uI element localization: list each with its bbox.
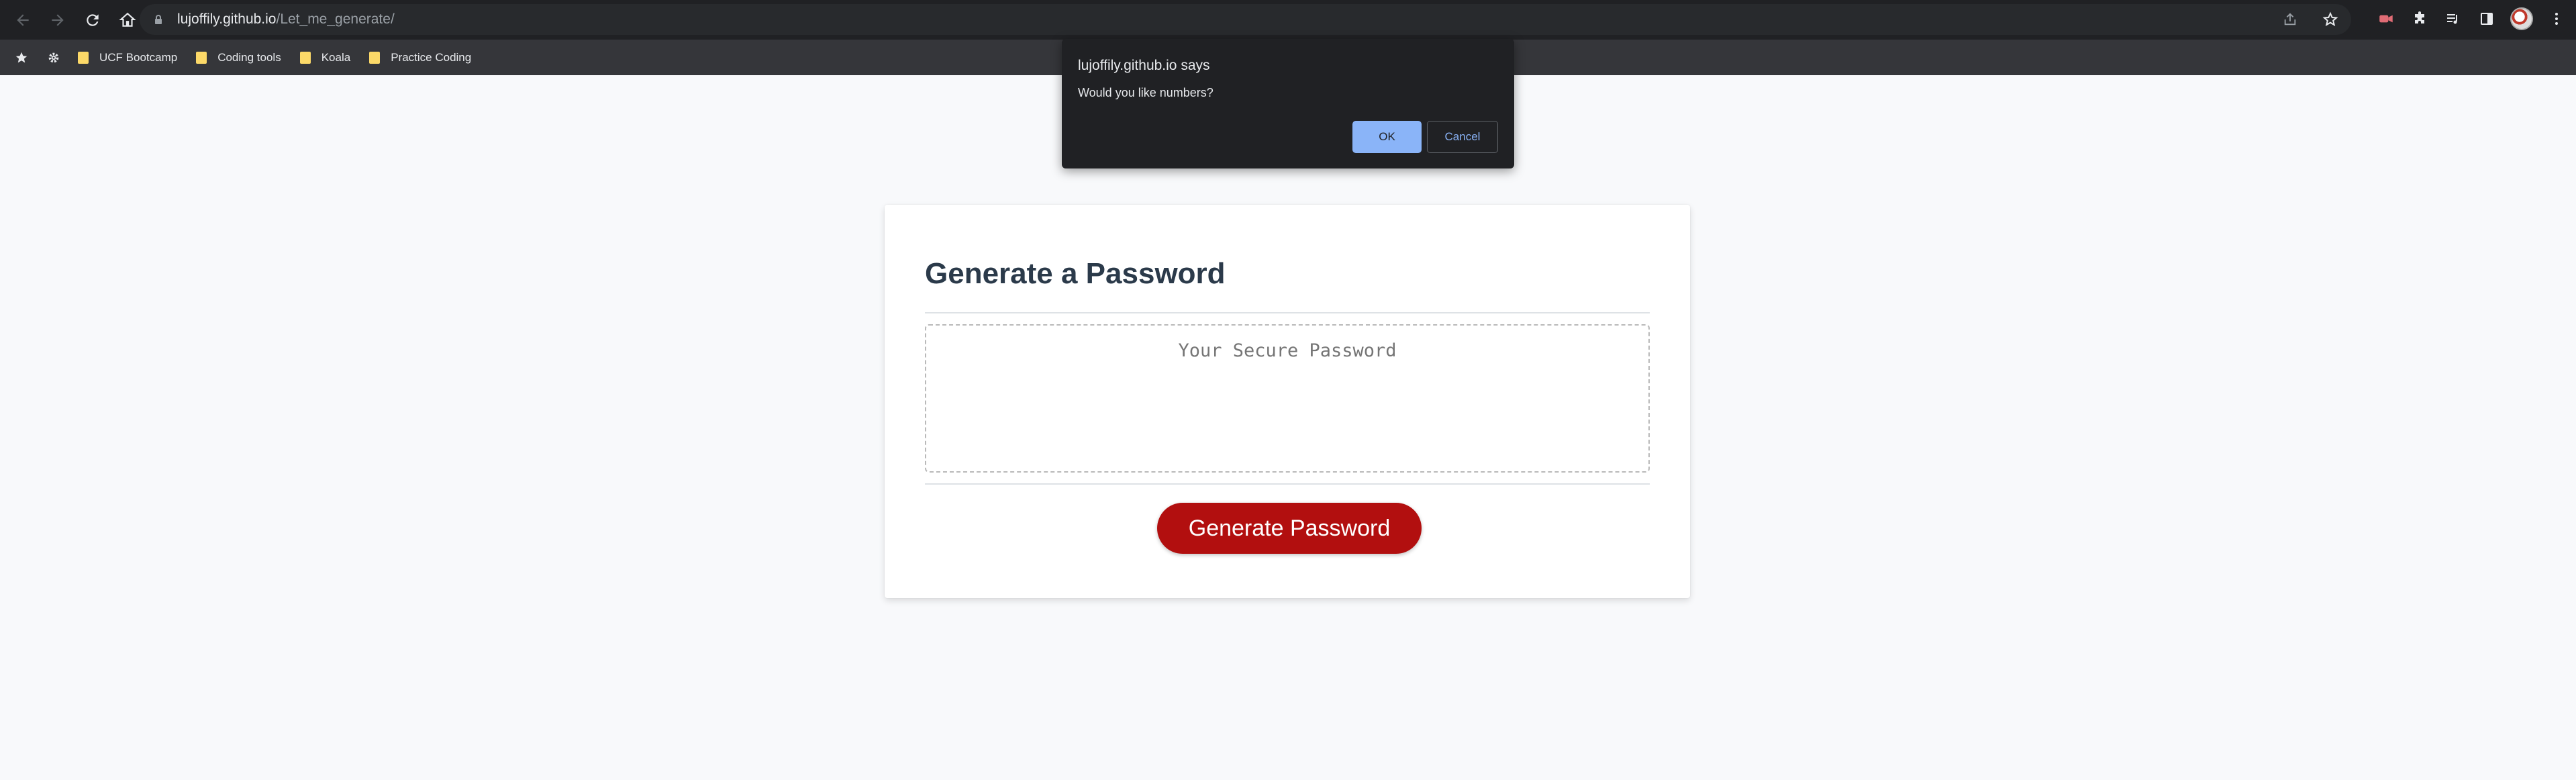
- bookmark-star-icon[interactable]: [13, 50, 30, 66]
- bookmark-label: Coding tools: [217, 50, 281, 64]
- dialog-title: lujoffily.github.io says: [1078, 58, 1210, 73]
- divider-top: [925, 312, 1650, 313]
- url-host: lujoffily.github.io: [177, 11, 277, 27]
- reload-icon[interactable]: [77, 4, 109, 36]
- menu-kebab-icon[interactable]: [2546, 9, 2567, 29]
- lock-icon: [155, 15, 162, 24]
- media-playlist-icon[interactable]: [2443, 9, 2463, 29]
- folder-icon: [299, 51, 311, 64]
- folder-icon: [196, 51, 207, 64]
- bookmark-coding-tools[interactable]: Coding tools: [196, 51, 281, 64]
- divider-bottom: [925, 483, 1650, 485]
- dialog-message: Would you like numbers?: [1078, 86, 1213, 99]
- extension-record-icon[interactable]: [2376, 9, 2396, 29]
- bookmark-label: Practice Coding: [391, 50, 472, 64]
- home-icon[interactable]: [111, 4, 144, 36]
- dialog-cancel-button[interactable]: Cancel: [1427, 121, 1498, 153]
- back-icon[interactable]: [7, 4, 39, 36]
- dialog-ok-button[interactable]: OK: [1352, 121, 1422, 153]
- side-panel-icon[interactable]: [2477, 9, 2497, 29]
- url-path: /Let_me_generate/: [276, 11, 395, 27]
- password-output[interactable]: [925, 324, 1650, 473]
- settings-gear-icon[interactable]: [46, 50, 62, 66]
- folder-icon: [369, 51, 381, 64]
- star-icon[interactable]: [2320, 9, 2340, 30]
- profile-avatar[interactable]: [2510, 7, 2533, 30]
- page-title: Generate a Password: [925, 257, 1226, 290]
- bookmark-label: UCF Bootcamp: [99, 50, 178, 64]
- bookmark-ucf-bootcamp[interactable]: UCF Bootcamp: [78, 51, 177, 64]
- password-card: Generate a Password Generate Password: [885, 205, 1690, 598]
- bookmark-label: Koala: [321, 50, 351, 64]
- browser-toolbar: lujoffily.github.io/Let_me_generate/: [0, 0, 2576, 40]
- address-bar[interactable]: lujoffily.github.io/Let_me_generate/: [140, 4, 2351, 35]
- bookmark-koala[interactable]: Koala: [299, 50, 351, 64]
- extensions-puzzle-icon[interactable]: [2410, 9, 2430, 29]
- alert-dialog: lujoffily.github.io says Would you like …: [1062, 39, 1514, 168]
- folder-icon: [78, 51, 89, 64]
- share-icon[interactable]: [2280, 9, 2300, 30]
- generate-password-button[interactable]: Generate Password: [1157, 503, 1422, 554]
- bookmark-practice-coding[interactable]: Practice Coding: [369, 51, 471, 64]
- forward-icon[interactable]: [42, 4, 74, 36]
